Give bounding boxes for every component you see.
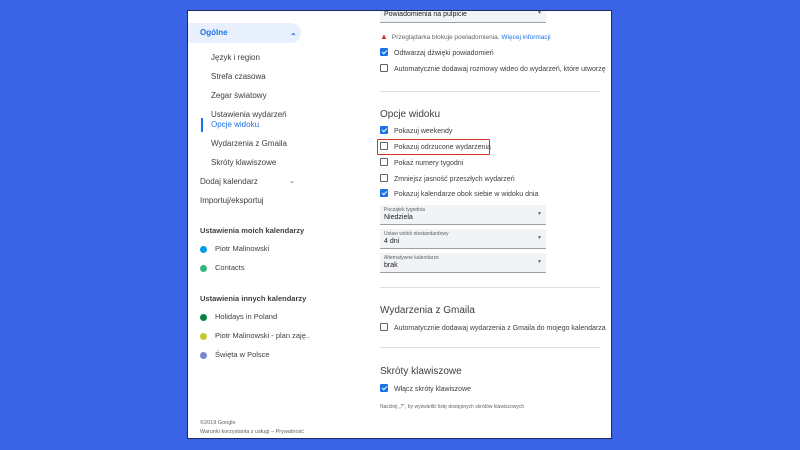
other-calendars-title: Ustawienia innych kalendarzy <box>200 294 307 303</box>
calendar-name: Contacts <box>215 263 245 272</box>
shortcuts-hint: Naciśnij „?”, by wyświetlić listę dostęp… <box>380 404 525 410</box>
active-indicator <box>201 118 203 132</box>
footer-copyright: ©2019 Google <box>200 420 236 426</box>
checkbox-row[interactable]: Automatycznie dodawaj wydarzenia z Gmail… <box>380 322 606 335</box>
notification-select[interactable]: Powiadomienia na pulpicie ▼ <box>380 10 546 23</box>
sidebar-item-language[interactable]: Język i region <box>211 49 260 67</box>
checkbox-unchecked[interactable] <box>380 158 388 167</box>
checkbox-unchecked[interactable] <box>380 64 388 73</box>
checkbox-label: Automatycznie dodawaj wydarzenia z Gmail… <box>394 325 606 332</box>
chevron-down-icon: ▼ <box>537 211 542 217</box>
settings-sidebar: Ogólne ⌃ Język i region Strefa czasowa Z… <box>188 11 368 438</box>
calendar-color-dot <box>200 264 207 272</box>
checkbox-checked[interactable] <box>380 126 388 135</box>
calendar-item[interactable]: Piotr Malinowski - plan zaję.. <box>200 329 310 343</box>
chevron-up-icon[interactable]: ⌃ <box>290 27 297 47</box>
section-divider <box>380 287 600 288</box>
chevron-down-icon[interactable]: ⌄ <box>289 177 295 185</box>
checkbox-label: Pokazuj kalendarze obok siebie w widoku … <box>394 191 539 198</box>
checkbox-label: Pokaż numery tygodni <box>394 160 464 167</box>
calendar-color-dot <box>200 332 207 340</box>
sidebar-item-label: Ogólne <box>200 28 228 37</box>
notification-select-value: Powiadomienia na pulpicie <box>384 11 467 18</box>
add-calendar-label: Dodaj kalendarz <box>200 177 258 186</box>
add-calendar-button[interactable]: Dodaj kalendarz <box>200 173 258 191</box>
checkbox-label: Zmniejsz jasność przeszłych wydarzeń <box>394 176 515 183</box>
sidebar-item-shortcuts[interactable]: Skróty klawiszowe <box>211 154 276 172</box>
checkbox-row[interactable]: Pokazuj weekendy <box>380 125 452 138</box>
week-start-select[interactable]: Początek tygodnia Niedziela ▼ <box>380 205 546 225</box>
sidebar-item-view-options[interactable]: Opcje widoku <box>211 116 259 134</box>
chevron-down-icon: ▼ <box>537 10 542 16</box>
select-label: Początek tygodnia <box>384 207 425 213</box>
select-value: brak <box>384 262 398 269</box>
checkbox-row[interactable]: Zmniejsz jasność przeszłych wydarzeń <box>380 173 515 186</box>
sidebar-item-world-clock[interactable]: Zegar światowy <box>211 87 267 105</box>
checkbox-checked[interactable] <box>380 48 388 57</box>
checkbox-row[interactable]: Pokaż numery tygodni <box>380 157 463 170</box>
checkbox-unchecked[interactable] <box>380 174 388 183</box>
calendar-name: Piotr Malinowski - plan zaję.. <box>215 331 311 340</box>
calendar-item[interactable]: Święta w Polsce <box>200 348 270 362</box>
chevron-down-icon: ▼ <box>537 235 542 241</box>
sidebar-item-import-export[interactable]: Importuj/eksportuj <box>200 192 264 210</box>
select-value: 4 dni <box>384 238 400 245</box>
select-value: Niedziela <box>384 214 413 221</box>
calendar-color-dot <box>200 351 207 359</box>
calendar-item[interactable]: Piotr Malinowski <box>200 242 269 256</box>
calendar-name: Holidays in Poland <box>215 312 278 321</box>
sidebar-item-timezone[interactable]: Strefa czasowa <box>211 68 266 86</box>
calendar-name: Piotr Malinowski <box>215 244 270 253</box>
calendar-color-dot <box>200 313 207 321</box>
section-title-gmail: Wydarzenia z Gmaila <box>380 305 475 316</box>
highlight-box <box>377 139 490 155</box>
checkbox-label: Włącz skróty klawiszowe <box>394 386 472 393</box>
my-calendars-title: Ustawienia moich kalendarzy <box>200 226 305 235</box>
chevron-down-icon: ▼ <box>537 259 542 265</box>
select-label: Alternatywne kalendarze <box>384 255 439 261</box>
calendar-item[interactable]: Contacts <box>200 261 245 275</box>
checkbox-label: Odtwarzaj dźwięki powiadomień <box>394 50 494 57</box>
checkbox-row[interactable]: Pokazuj kalendarze obok siebie w widoku … <box>380 188 538 201</box>
custom-view-select[interactable]: Ustaw widok niestandardowy 4 dni ▼ <box>380 229 546 249</box>
settings-main: Powiadomienia na pulpicie ▼ ▲ Przeglądark… <box>368 10 611 438</box>
section-title-shortcuts: Skróty klawiszowe <box>380 366 462 377</box>
calendar-name: Święta w Polsce <box>215 350 270 359</box>
sidebar-item-gmail-events[interactable]: Wydarzenia z Gmaila <box>211 135 287 153</box>
warning-text: Przeglądarka blokuje powiadomienia. <box>391 34 500 41</box>
calendar-color-dot <box>200 245 207 253</box>
sidebar-item-general[interactable]: Ogólne ⌃ <box>188 23 301 43</box>
settings-window: Ogólne ⌃ Język i region Strefa czasowa Z… <box>187 10 612 439</box>
more-info-link[interactable]: Więcej informacji <box>501 34 550 41</box>
checkbox-checked[interactable] <box>380 189 388 198</box>
section-divider <box>380 91 600 92</box>
checkbox-unchecked[interactable] <box>380 323 388 332</box>
warning-message: ▲ Przeglądarka blokuje powiadomienia. Wię… <box>380 32 551 41</box>
calendar-item[interactable]: Holidays in Poland <box>200 310 277 324</box>
alt-calendars-select[interactable]: Alternatywne kalendarze brak ▼ <box>380 253 546 273</box>
checkbox-label: Pokazuj weekendy <box>394 128 453 135</box>
warning-icon: ▲ <box>380 32 388 41</box>
checkbox-checked[interactable] <box>380 384 388 393</box>
section-title-view-options: Opcje widoku <box>380 109 441 120</box>
section-divider <box>380 347 600 348</box>
checkbox-row[interactable]: Odtwarzaj dźwięki powiadomień <box>380 47 494 60</box>
checkbox-label: Automatycznie dodawaj rozmowy wideo do w… <box>394 66 606 73</box>
checkbox-row[interactable]: Automatycznie dodawaj rozmowy wideo do w… <box>380 63 606 76</box>
footer-links[interactable]: Warunki korzystania z usługi – Prywatnoś… <box>200 429 304 435</box>
checkbox-row[interactable]: Włącz skróty klawiszowe <box>380 383 471 396</box>
select-label: Ustaw widok niestandardowy <box>384 231 449 237</box>
